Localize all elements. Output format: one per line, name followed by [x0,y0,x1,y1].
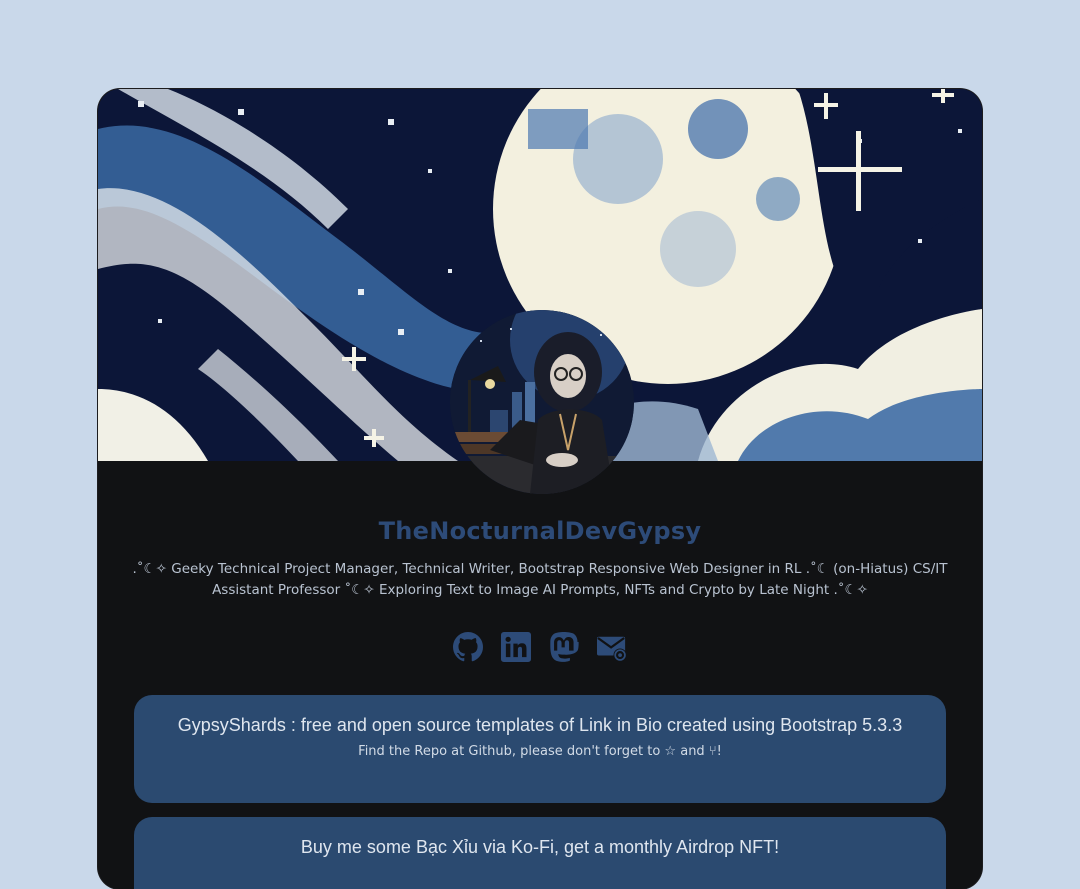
github-icon[interactable] [453,632,483,662]
email-icon[interactable] [597,632,627,662]
social-links [98,632,982,662]
avatar [450,310,634,494]
profile-bio: .˚☾✧ Geeky Technical Project Manager, Te… [132,561,948,598]
profile-name: TheNocturnalDevGypsy [378,517,702,545]
link-gypsyshards[interactable]: GypsyShards : free and open source templ… [134,695,946,803]
mastodon-icon[interactable] [549,632,579,662]
link-title: GypsyShards : free and open source templ… [177,715,903,735]
linkedin-icon[interactable] [501,632,531,662]
link-title: Buy me some Bạc Xỉu via Ko-Fi, get a mon… [300,837,780,857]
link-kofi[interactable]: Buy me some Bạc Xỉu via Ko-Fi, get a mon… [134,817,946,889]
link-subtitle: Find the Repo at Github, please don't fo… [358,744,722,759]
profile-card: TheNocturnalDevGypsy .˚☾✧ Geeky Technica… [98,89,982,889]
